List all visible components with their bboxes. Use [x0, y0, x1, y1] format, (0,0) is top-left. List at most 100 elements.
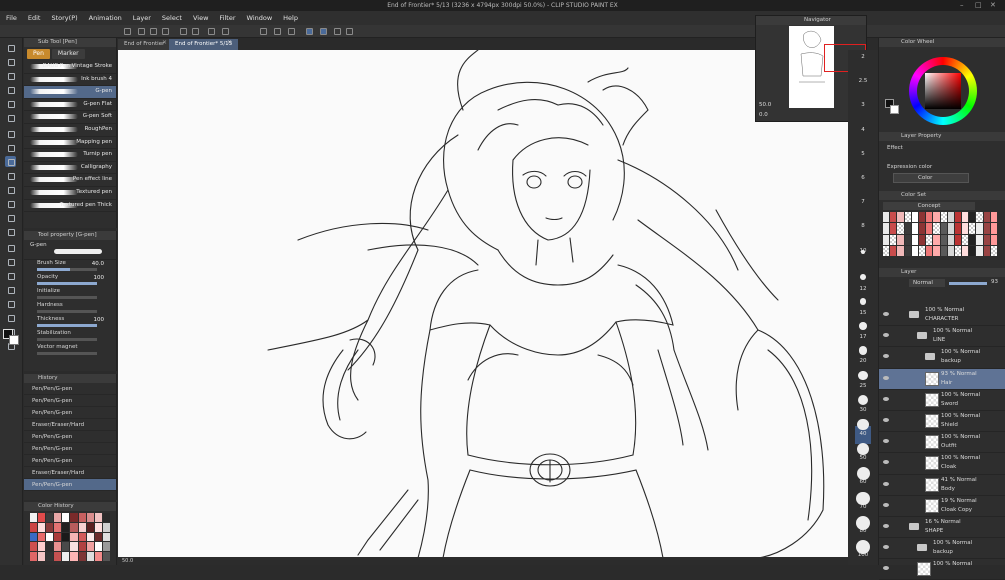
brush-size-preset[interactable]: 30 [848, 407, 878, 413]
color-set-swatch[interactable] [883, 223, 890, 234]
close-tab-icon[interactable]: × [162, 39, 167, 46]
open-icon[interactable] [138, 28, 145, 35]
eye-icon[interactable] [883, 354, 889, 359]
color-set-swatch[interactable] [918, 223, 926, 234]
layer-item[interactable]: 100 % Normal Cloak [879, 453, 1005, 475]
layer-folder[interactable]: 100 % Normal LINE [879, 326, 1005, 348]
color-set-swatch[interactable] [933, 212, 940, 223]
color-set-swatch[interactable] [904, 223, 911, 234]
color-set-swatch[interactable] [890, 212, 897, 223]
color-swatch[interactable] [78, 542, 86, 552]
eye-icon[interactable] [883, 460, 889, 465]
color-set-swatch[interactable] [954, 245, 962, 256]
color-set-swatch[interactable] [926, 234, 933, 245]
tab-pen[interactable]: Pen [27, 49, 50, 59]
color-set-swatch[interactable] [918, 212, 926, 223]
menu-window[interactable]: Window [247, 14, 273, 22]
eraser-tool-icon[interactable] [5, 212, 16, 223]
layer-folder[interactable]: 100 % Normal backup [879, 347, 1005, 369]
color-swatch[interactable] [86, 522, 94, 532]
invert-selection-icon[interactable] [288, 28, 295, 35]
clear-icon[interactable] [208, 28, 215, 35]
color-swatch[interactable] [54, 532, 62, 542]
close-icon[interactable]: ✕ [990, 0, 996, 11]
history-item[interactable]: Pen/Pen/G-pen [24, 455, 116, 467]
history-item[interactable]: Eraser/Eraser/Hard [24, 467, 116, 479]
brush-item[interactable]: Pen effect line [24, 174, 116, 187]
undo-icon[interactable] [180, 28, 187, 35]
color-set-select[interactable]: Concept [883, 202, 975, 210]
redo-icon[interactable] [192, 28, 199, 35]
color-swatch[interactable] [70, 542, 78, 552]
tool-property-row[interactable]: Stabilization [24, 330, 116, 344]
property-slider[interactable] [37, 268, 97, 271]
history-item[interactable]: Pen/Pen/G-pen [24, 443, 116, 455]
eyedropper-tool-icon[interactable] [5, 128, 16, 139]
color-set-swatch[interactable] [983, 223, 990, 234]
eye-icon[interactable] [883, 333, 889, 338]
export-icon[interactable] [162, 28, 169, 35]
frame-border-tool-icon[interactable] [5, 284, 16, 295]
layer-folder[interactable]: 100 % Normal backup [879, 538, 1005, 560]
brush-size-preset[interactable]: 15 [848, 310, 878, 316]
color-set-swatch[interactable] [962, 223, 969, 234]
color-swatch[interactable] [38, 552, 46, 561]
color-set-swatch[interactable] [911, 245, 918, 256]
menu-help[interactable]: Help [283, 14, 298, 22]
color-swatch[interactable] [46, 532, 54, 542]
tool-property-row[interactable]: Thickness 100 [24, 316, 116, 330]
property-slider[interactable] [37, 338, 97, 341]
brush-size-preset[interactable]: 50 [848, 455, 878, 461]
history-item[interactable]: Eraser/Eraser/Hard [24, 419, 116, 431]
text-tool-icon[interactable] [5, 312, 16, 323]
brush-size-preset[interactable]: 12 [848, 286, 878, 292]
color-swatch[interactable] [62, 513, 70, 522]
color-swatch[interactable] [46, 542, 54, 552]
tab-marker[interactable]: Marker [51, 49, 85, 59]
history-item[interactable]: Pen/Pen/G-pen [24, 431, 116, 443]
color-swatch[interactable] [30, 542, 38, 552]
color-set-swatch[interactable] [940, 212, 947, 223]
navigator-zoom[interactable]: 50.0 [759, 102, 771, 108]
color-set-swatch[interactable] [962, 234, 969, 245]
brush-item[interactable]: Textured pen Thick [24, 200, 116, 213]
history-item[interactable]: Pen/Pen/G-pen [24, 383, 116, 395]
color-swatch[interactable] [102, 542, 110, 552]
color-swatch[interactable] [78, 552, 86, 561]
property-value[interactable]: 40.0 [92, 261, 104, 267]
color-swatch[interactable] [46, 552, 54, 561]
color-set-swatch[interactable] [990, 212, 997, 223]
color-set-swatch[interactable] [883, 212, 890, 223]
history-item[interactable]: Pen/Pen/G-pen [24, 479, 116, 491]
tool-property-row[interactable]: Hardness [24, 302, 116, 316]
brush-item[interactable]: Textured pen [24, 187, 116, 200]
color-swatch[interactable] [46, 513, 54, 522]
color-set-swatch[interactable] [976, 223, 983, 234]
layer-folder[interactable]: 16 % Normal SHAPE [879, 517, 1005, 539]
maximize-icon[interactable]: □ [975, 0, 982, 11]
color-set-swatch[interactable] [890, 245, 897, 256]
color-swatch[interactable] [62, 542, 70, 552]
color-set-swatch[interactable] [933, 223, 940, 234]
clear-outside-icon[interactable] [222, 28, 229, 35]
color-swatch[interactable] [62, 532, 70, 542]
brush-item[interactable]: Mapping pen [24, 137, 116, 150]
color-swatch[interactable] [30, 552, 38, 561]
color-set-swatch[interactable] [990, 245, 997, 256]
menu-animation[interactable]: Animation [89, 14, 122, 22]
color-set-swatch[interactable] [940, 223, 947, 234]
transform-icon[interactable] [260, 28, 267, 35]
color-set-swatch[interactable] [897, 223, 904, 234]
navigator-rotation[interactable]: 0.0 [759, 112, 768, 118]
brush-size-preset[interactable]: 3 [848, 102, 878, 108]
tool-property-row[interactable]: Initialize [24, 288, 116, 302]
color-swatch[interactable] [102, 522, 110, 532]
color-set-swatch[interactable] [954, 234, 962, 245]
brush-item[interactable]: Calligraphy [24, 162, 116, 175]
layer-item[interactable]: 100 % Normal Outfit [879, 432, 1005, 454]
color-set-swatch[interactable] [947, 212, 954, 223]
color-set-swatch[interactable] [890, 234, 897, 245]
color-set-swatch[interactable] [911, 234, 918, 245]
menu-edit[interactable]: Edit [28, 14, 41, 22]
color-swatch[interactable] [38, 542, 46, 552]
